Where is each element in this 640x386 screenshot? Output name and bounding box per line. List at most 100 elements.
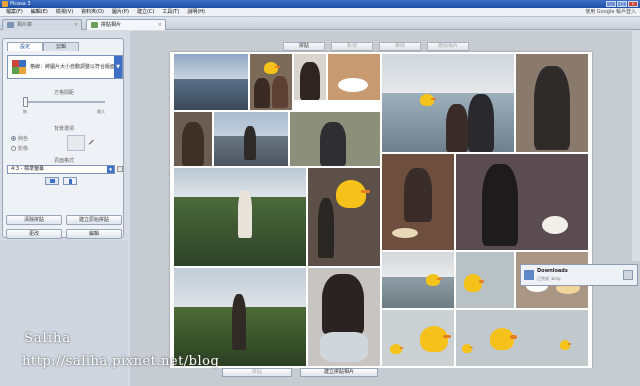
radio-image[interactable]: 影像: [11, 145, 28, 152]
menu-help[interactable]: 說明(H): [183, 8, 209, 17]
portrait-orientation-button[interactable]: [63, 177, 77, 185]
clear-collage-button[interactable]: 清除拼貼: [6, 215, 62, 225]
photo-tile[interactable]: [328, 54, 380, 100]
photo-ground: [174, 79, 248, 110]
background-color-swatch[interactable]: [67, 135, 85, 151]
watermark-name: Saliha: [24, 331, 72, 346]
photo-tile[interactable]: [456, 154, 588, 250]
menu-view[interactable]: 檢視(V): [52, 8, 77, 17]
change-button[interactable]: 更改: [6, 229, 62, 239]
vertical-scrollbar[interactable]: [632, 31, 640, 261]
person-figure: [404, 168, 432, 222]
chevron-down-icon: ▼: [107, 166, 114, 173]
slider-max-label: 最大: [97, 109, 105, 114]
collage-disabled-button[interactable]: 拼貼: [222, 368, 292, 377]
menu-create[interactable]: 建立(C): [133, 8, 158, 17]
tab-close-icon[interactable]: ×: [74, 20, 78, 30]
open-folder-icon[interactable]: [623, 270, 633, 280]
collage-sheet[interactable]: [170, 52, 592, 368]
page-format-select[interactable]: 4:3 - 標準螢幕 ▼: [7, 165, 115, 174]
library-icon: [7, 22, 14, 28]
slider-handle[interactable]: [23, 97, 28, 107]
rubber-duck: [462, 344, 474, 353]
tab-clips[interactable]: 剪輯: [43, 42, 79, 51]
menu-picture[interactable]: 圖片(P): [108, 8, 133, 17]
photo-tile[interactable]: [214, 112, 288, 166]
radio-solid-color-label: 純色: [18, 136, 29, 142]
photo-tile[interactable]: [382, 54, 514, 152]
background-options-label: 背景選項: [53, 126, 74, 132]
slider-scale: 無 最大: [23, 109, 105, 115]
grid-spacing-slider[interactable]: [23, 97, 105, 107]
download-notification[interactable]: Downloads 已完成 .bmp: [520, 264, 638, 286]
ice-dessert-figure: [320, 332, 368, 362]
tab-settings[interactable]: 設定: [7, 42, 43, 51]
collage-type-dropdown[interactable]: 格線：將圖片大小自動調整以符合版面 ▼: [7, 55, 123, 79]
menu-file[interactable]: 檔案(F): [2, 8, 27, 17]
radio-dot: [11, 136, 16, 141]
bottom-bar: [130, 368, 640, 378]
photo-tile[interactable]: [516, 54, 588, 152]
photo-tile[interactable]: [174, 168, 306, 266]
rubber-duck: [464, 274, 485, 292]
rubber-duck: [336, 180, 370, 208]
person-figure: [482, 164, 518, 246]
portrait-icon: [69, 179, 72, 184]
person-figure: [244, 126, 256, 160]
person-figure: [318, 198, 334, 258]
person-figure: [238, 190, 252, 238]
rubber-duck: [390, 344, 404, 354]
window-title: Picasa 3: [10, 1, 31, 7]
menu-edit[interactable]: 編輯(E): [27, 8, 52, 17]
collage-type-value: 格線：將圖片大小自動調整以符合版面: [30, 64, 116, 70]
person-figure: [322, 274, 364, 334]
photo-tile[interactable]: [308, 268, 380, 366]
tab-library[interactable]: 相片庫 ×: [2, 19, 82, 30]
eyedropper-icon[interactable]: [88, 139, 98, 149]
photo-tile[interactable]: [174, 268, 306, 366]
menu-bar: 檔案(F) 編輯(E) 檢視(V) 資料夾(O) 圖片(P) 建立(C) 工具(…: [0, 8, 640, 17]
plate-figure: [542, 216, 568, 234]
tab-collage[interactable]: 拼貼相片 ×: [86, 19, 166, 30]
maximize-button[interactable]: □: [617, 1, 627, 7]
person-figure: [468, 94, 494, 152]
person-figure: [182, 122, 204, 166]
chevron-down-icon[interactable]: ▼: [114, 56, 122, 78]
minimize-button[interactable]: _: [606, 1, 616, 7]
photo-tile[interactable]: [290, 112, 380, 166]
radio-image-label: 影像: [18, 146, 29, 152]
plate-figure: [392, 228, 418, 238]
format-options-icon[interactable]: [117, 166, 123, 172]
tab-close-icon[interactable]: ×: [158, 20, 162, 30]
edit-button[interactable]: 編輯: [66, 229, 122, 239]
photo-ground: [382, 277, 454, 308]
remove-button[interactable]: 移除: [379, 42, 421, 51]
person-figure: [320, 122, 346, 166]
photo-tile[interactable]: [250, 54, 292, 110]
delete-photo-button[interactable]: 刪除相片: [427, 42, 469, 51]
close-button[interactable]: ×: [628, 1, 638, 7]
photo-tile[interactable]: [174, 112, 212, 166]
google-signin-link[interactable]: 使用 Google 帳戶登入: [585, 8, 636, 17]
panel-tabs: 設定 剪輯: [7, 42, 79, 51]
menu-folder[interactable]: 資料夾(O): [77, 8, 108, 17]
photo-tile[interactable]: [174, 54, 248, 110]
photo-tile[interactable]: [382, 154, 454, 250]
radio-dot: [11, 146, 16, 151]
photo-tile[interactable]: [456, 252, 514, 308]
create-original-collage-button[interactable]: 建立原始拼貼: [66, 215, 122, 225]
photo-tile[interactable]: [382, 252, 454, 308]
photo-tile[interactable]: [382, 310, 454, 366]
watermark-url: http://saliha.pixnet.net/blog: [22, 354, 220, 369]
photo-tile[interactable]: [294, 54, 326, 100]
create-collage-button[interactable]: 建立拼貼相片: [300, 368, 378, 377]
collage-mode-button[interactable]: 拼貼: [283, 42, 325, 51]
radio-solid-color[interactable]: 純色: [11, 135, 28, 142]
landscape-orientation-button[interactable]: [45, 177, 59, 185]
plate-figure: [338, 78, 368, 92]
photo-tile[interactable]: [456, 310, 588, 366]
photo-tile[interactable]: [308, 168, 380, 266]
menu-tools[interactable]: 工具(T): [158, 8, 183, 17]
add-button[interactable]: 新增: [331, 42, 373, 51]
rubber-duck: [264, 62, 280, 74]
